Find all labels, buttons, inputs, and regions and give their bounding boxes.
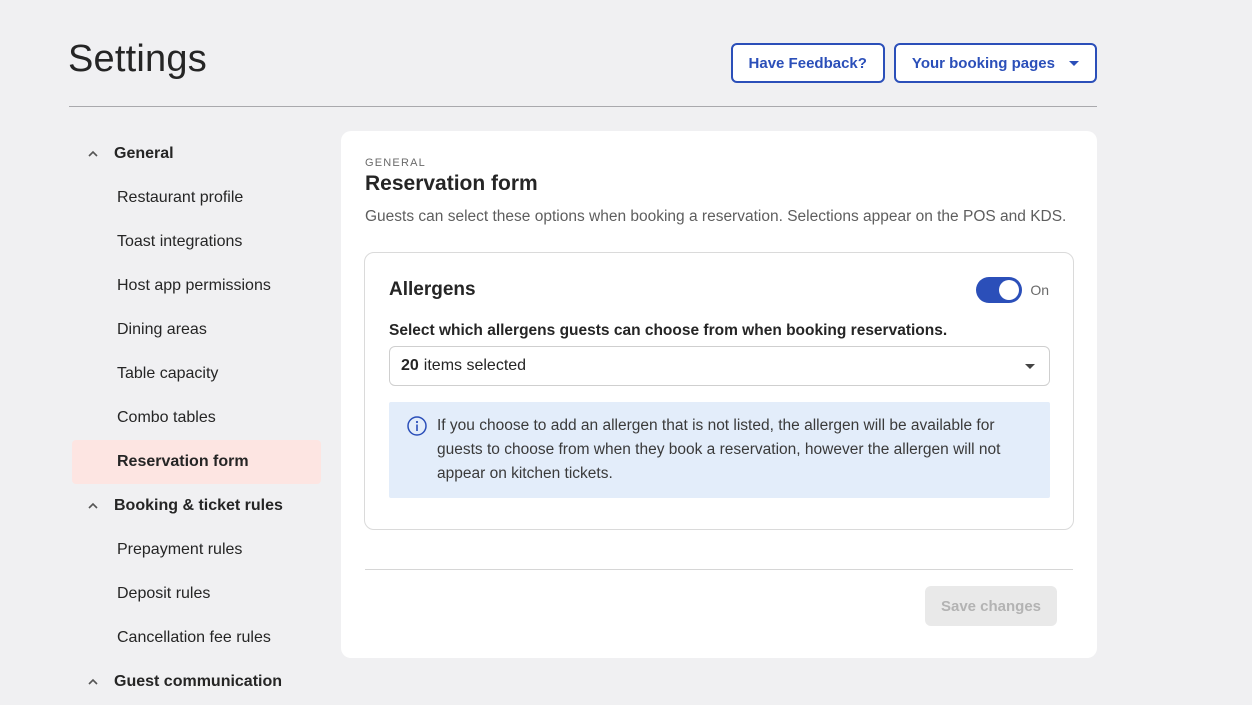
allergens-toggle[interactable] bbox=[976, 277, 1023, 303]
allergens-panel: Allergens On Select which allergens gues… bbox=[364, 252, 1074, 530]
sidebar-item-deposit-rules[interactable]: Deposit rules bbox=[72, 572, 321, 616]
toggle-knob bbox=[999, 280, 1020, 300]
sidebar-item-table-capacity[interactable]: Table capacity bbox=[72, 352, 321, 396]
sidebar-group-guest-communication[interactable]: Guest communication bbox=[72, 660, 321, 704]
save-changes-button[interactable]: Save changes bbox=[925, 586, 1057, 626]
sidebar-item-restaurant-profile[interactable]: Restaurant profile bbox=[72, 176, 321, 220]
allergens-title: Allergens bbox=[389, 279, 476, 300]
section-eyebrow: GENERAL bbox=[365, 157, 426, 169]
selected-suffix: items selected bbox=[423, 357, 527, 374]
toggle-state-label: On bbox=[1030, 282, 1049, 298]
header-divider bbox=[69, 106, 1097, 107]
booking-pages-label: Your booking pages bbox=[911, 54, 1055, 72]
have-feedback-button[interactable]: Have Feedback? bbox=[730, 43, 885, 83]
sidebar-item-toast-integrations[interactable]: Toast integrations bbox=[72, 220, 321, 264]
info-banner: If you choose to add an allergen that is… bbox=[389, 402, 1050, 498]
sidebar-item-host-app-permissions[interactable]: Host app permissions bbox=[72, 264, 321, 308]
selected-count: 20 bbox=[401, 357, 419, 374]
allergens-toggle-group: On bbox=[976, 277, 1049, 303]
allergens-multiselect[interactable]: 20 items selected bbox=[389, 346, 1050, 386]
card-footer-divider bbox=[365, 569, 1073, 570]
sidebar-group-label: Booking & ticket rules bbox=[114, 497, 283, 514]
settings-sidebar: General Restaurant profile Toast integra… bbox=[72, 132, 321, 704]
sidebar-group-general[interactable]: General bbox=[72, 132, 321, 176]
sidebar-item-cancellation-fee-rules[interactable]: Cancellation fee rules bbox=[72, 616, 321, 660]
section-description: Guests can select these options when boo… bbox=[365, 208, 1067, 225]
sidebar-group-label: General bbox=[114, 145, 174, 162]
sidebar-item-prepayment-rules[interactable]: Prepayment rules bbox=[72, 528, 321, 572]
caret-down-icon bbox=[1069, 60, 1079, 66]
header-actions: Have Feedback? Your booking pages bbox=[730, 43, 1097, 83]
booking-pages-dropdown-button[interactable]: Your booking pages bbox=[893, 43, 1097, 83]
sidebar-item-reservation-form[interactable]: Reservation form bbox=[72, 440, 321, 484]
info-text: If you choose to add an allergen that is… bbox=[437, 417, 1001, 482]
reservation-form-card: GENERAL Reservation form Guests can sele… bbox=[341, 131, 1097, 658]
allergens-select-label: Select which allergens guests can choose… bbox=[389, 322, 948, 339]
have-feedback-label: Have Feedback? bbox=[748, 54, 867, 72]
info-icon bbox=[407, 416, 427, 436]
page-title: Settings bbox=[68, 38, 207, 80]
sidebar-group-label: Guest communication bbox=[114, 673, 283, 690]
chevron-up-icon bbox=[82, 676, 104, 688]
sidebar-item-combo-tables[interactable]: Combo tables bbox=[72, 396, 321, 440]
settings-page: Settings Have Feedback? Your booking pag… bbox=[0, 0, 1252, 705]
chevron-up-icon bbox=[82, 148, 104, 160]
sidebar-item-dining-areas[interactable]: Dining areas bbox=[72, 308, 321, 352]
section-title: Reservation form bbox=[365, 172, 538, 195]
chevron-up-icon bbox=[82, 500, 104, 512]
caret-down-icon bbox=[1025, 364, 1035, 369]
sidebar-group-booking-ticket-rules[interactable]: Booking & ticket rules bbox=[72, 484, 321, 528]
